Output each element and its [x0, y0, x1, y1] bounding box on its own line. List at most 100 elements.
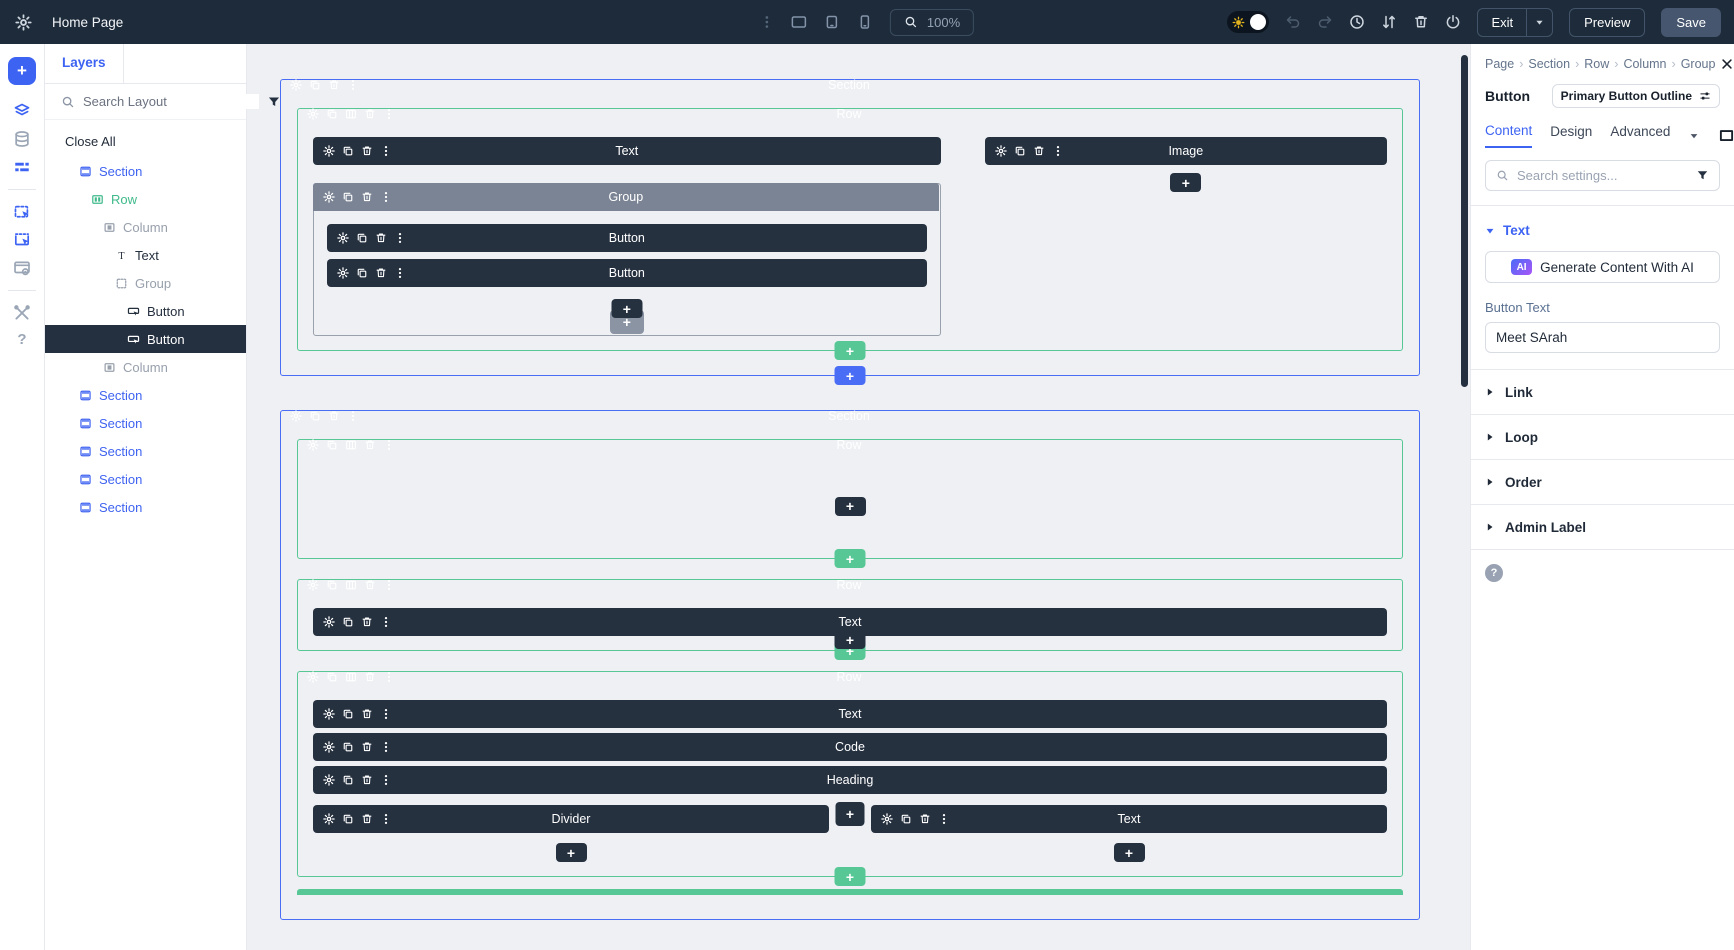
- duplicate-icon[interactable]: [326, 671, 338, 683]
- duplicate-icon[interactable]: [342, 191, 354, 203]
- duplicate-icon[interactable]: [1014, 145, 1026, 157]
- kebab-icon[interactable]: [938, 813, 950, 825]
- tabs-caret-down-icon[interactable]: [1688, 130, 1700, 142]
- trash-icon[interactable]: [361, 708, 373, 720]
- kebab-icon[interactable]: [347, 410, 359, 422]
- sort-arrows-icon[interactable]: [1381, 14, 1397, 30]
- trash-icon[interactable]: [364, 108, 376, 120]
- gear-icon[interactable]: [323, 741, 335, 753]
- gear-icon[interactable]: [290, 79, 302, 91]
- module-bar-text[interactable]: Text: [313, 137, 941, 165]
- help-button[interactable]: ?: [1485, 564, 1503, 582]
- module-bar-text[interactable]: Text: [871, 805, 1387, 833]
- layer-item-text[interactable]: T Text: [45, 241, 246, 269]
- canvas-scrollbar[interactable]: [1461, 55, 1468, 387]
- filter-icon[interactable]: [1696, 169, 1709, 182]
- gear-icon[interactable]: [323, 708, 335, 720]
- kebab-icon[interactable]: [380, 708, 392, 720]
- add-row-button[interactable]: +: [835, 341, 866, 360]
- columns-icon[interactable]: [345, 579, 357, 591]
- duplicate-icon[interactable]: [309, 79, 321, 91]
- kebab-icon[interactable]: [394, 232, 406, 244]
- kebab-icon[interactable]: [380, 616, 392, 628]
- filter-icon[interactable]: [267, 95, 281, 109]
- breadcrumb-page[interactable]: Page: [1485, 57, 1514, 71]
- gear-icon[interactable]: [290, 410, 302, 422]
- redo-icon[interactable]: [1317, 14, 1333, 30]
- columns-icon[interactable]: [345, 439, 357, 451]
- add-module-button[interactable]: +: [8, 57, 36, 85]
- settings-search-input[interactable]: [1517, 168, 1688, 183]
- breadcrumb-section[interactable]: Section: [1528, 57, 1570, 71]
- duplicate-icon[interactable]: [900, 813, 912, 825]
- trash-icon[interactable]: [328, 410, 340, 422]
- duplicate-icon[interactable]: [342, 774, 354, 786]
- group-bar[interactable]: Group: [313, 183, 939, 211]
- duplicate-icon[interactable]: [356, 267, 368, 279]
- trash-icon[interactable]: [361, 145, 373, 157]
- module-bar-divider[interactable]: Divider: [313, 805, 829, 833]
- gear-icon[interactable]: [323, 191, 335, 203]
- duplicate-icon[interactable]: [342, 616, 354, 628]
- gear-icon[interactable]: [881, 813, 893, 825]
- add-module-button[interactable]: +: [1114, 843, 1145, 862]
- add-module-button[interactable]: +: [835, 630, 866, 649]
- kebab-icon[interactable]: [383, 671, 395, 683]
- rail-item-database[interactable]: [12, 129, 32, 149]
- tab-advanced[interactable]: Advanced: [1610, 124, 1670, 147]
- undo-icon[interactable]: [1285, 14, 1301, 30]
- row-bar[interactable]: Row: [297, 671, 1401, 683]
- layer-item-section[interactable]: Section: [45, 157, 246, 185]
- module-bar-text[interactable]: Text: [313, 700, 1387, 728]
- duplicate-icon[interactable]: [342, 813, 354, 825]
- layer-item-section[interactable]: Section: [45, 381, 246, 409]
- trash-icon[interactable]: [361, 191, 373, 203]
- duplicate-icon[interactable]: [342, 741, 354, 753]
- gear-icon[interactable]: [15, 14, 32, 31]
- section-order[interactable]: Order: [1471, 460, 1734, 505]
- module-bar-code[interactable]: Code: [313, 733, 1387, 761]
- rail-item-device-preview[interactable]: [12, 258, 32, 278]
- kebab-icon[interactable]: [380, 145, 392, 157]
- rail-item-cursor-box-filled[interactable]: [12, 230, 32, 250]
- kebab-icon[interactable]: [383, 579, 395, 591]
- kebab-icon[interactable]: [394, 267, 406, 279]
- module-bar-image[interactable]: Image: [985, 137, 1387, 165]
- add-section-button[interactable]: +: [835, 366, 866, 385]
- gear-icon[interactable]: [337, 267, 349, 279]
- history-icon[interactable]: [1349, 14, 1365, 30]
- gear-icon[interactable]: [323, 774, 335, 786]
- duplicate-icon[interactable]: [326, 439, 338, 451]
- add-module-button[interactable]: +: [836, 802, 865, 826]
- desktop-view-icon[interactable]: [791, 14, 807, 30]
- rail-item-cursor-box[interactable]: [12, 202, 32, 222]
- kebab-icon[interactable]: [347, 79, 359, 91]
- trash-icon[interactable]: [361, 741, 373, 753]
- trash-icon[interactable]: [375, 267, 387, 279]
- layers-search-input[interactable]: [83, 94, 259, 109]
- generate-ai-button[interactable]: AI Generate Content With AI: [1485, 251, 1720, 283]
- frame-icon[interactable]: [1718, 128, 1734, 143]
- kebab-icon[interactable]: [380, 741, 392, 753]
- layer-item-column[interactable]: Column: [45, 353, 246, 381]
- breadcrumb-group[interactable]: Group: [1681, 57, 1716, 71]
- phone-view-icon[interactable]: [857, 14, 873, 30]
- trash-icon[interactable]: [364, 439, 376, 451]
- zoom-control[interactable]: 100%: [890, 9, 974, 36]
- kebab-icon[interactable]: [380, 774, 392, 786]
- layer-item-button[interactable]: Button: [45, 297, 246, 325]
- layer-item-section[interactable]: Section: [45, 437, 246, 465]
- exit-button[interactable]: Exit: [1478, 9, 1526, 36]
- button-text-input[interactable]: [1485, 322, 1720, 353]
- preset-chip[interactable]: Primary Button Outline: [1552, 84, 1720, 108]
- duplicate-icon[interactable]: [342, 145, 354, 157]
- layer-item-section[interactable]: Section: [45, 465, 246, 493]
- layer-item-button[interactable]: Button: [45, 325, 246, 353]
- trash-icon[interactable]: [919, 813, 931, 825]
- add-module-button[interactable]: +: [611, 299, 642, 318]
- trash-icon[interactable]: [361, 774, 373, 786]
- kebab-icon[interactable]: [383, 439, 395, 451]
- duplicate-icon[interactable]: [326, 108, 338, 120]
- section-link[interactable]: Link: [1471, 370, 1734, 415]
- duplicate-icon[interactable]: [326, 579, 338, 591]
